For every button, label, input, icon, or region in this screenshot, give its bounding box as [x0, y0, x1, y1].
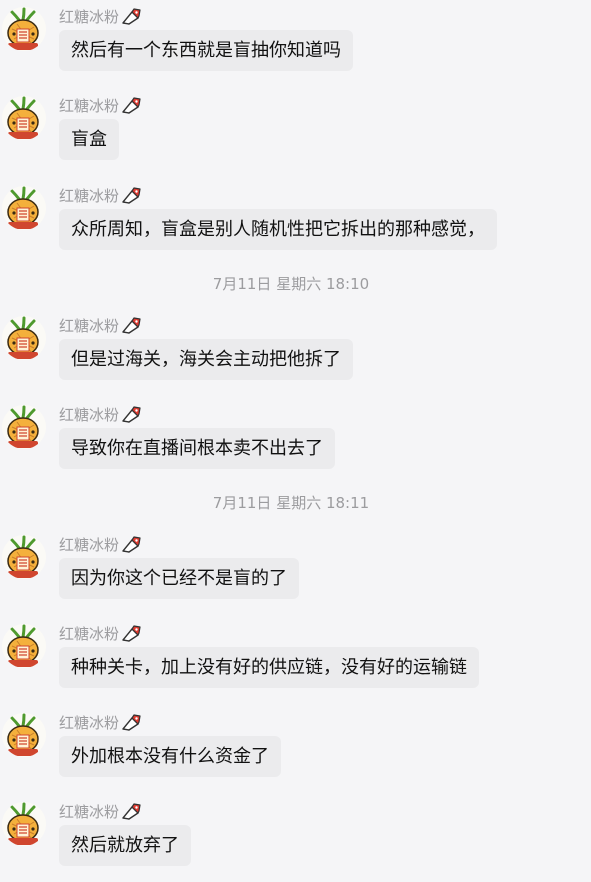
- avatar[interactable]: [2, 96, 46, 140]
- message-bubble[interactable]: 外加根本没有什么资金了: [59, 736, 281, 777]
- timestamp-divider: 7月11日 星期六 18:10: [212, 275, 370, 293]
- pineapple-avatar-icon: [2, 405, 46, 449]
- avatar[interactable]: [2, 535, 46, 579]
- message-bubble[interactable]: 然后就放弃了: [59, 825, 191, 866]
- chat-message: 红糖冰粉 众所周知，盲盒是别人随机性把它拆出的那种感觉，: [0, 186, 591, 266]
- chat-message: 红糖冰粉 然后有一个东西就是盲抽你知道吗: [0, 7, 591, 87]
- tag-badge-icon: [121, 624, 141, 642]
- sender-name[interactable]: 红糖冰粉: [59, 97, 119, 115]
- message-bubble[interactable]: 导致你在直播间根本卖不出去了: [59, 428, 335, 469]
- tag-badge-icon: [121, 96, 141, 114]
- chat-message: 红糖冰粉 然后就放弃了: [0, 802, 591, 882]
- pineapple-avatar-icon: [2, 802, 46, 846]
- avatar[interactable]: [2, 316, 46, 360]
- tag-badge-icon: [121, 802, 141, 820]
- timestamp-divider: 7月11日 星期六 18:11: [212, 494, 370, 512]
- sender-name[interactable]: 红糖冰粉: [59, 187, 119, 205]
- sender-name[interactable]: 红糖冰粉: [59, 536, 119, 554]
- message-bubble[interactable]: 因为你这个已经不是盲的了: [59, 558, 299, 599]
- chat-message: 红糖冰粉 但是过海关，海关会主动把他拆了: [0, 316, 591, 396]
- avatar[interactable]: [2, 7, 46, 51]
- avatar[interactable]: [2, 186, 46, 230]
- message-bubble[interactable]: 众所周知，盲盒是别人随机性把它拆出的那种感觉，: [59, 209, 497, 250]
- tag-badge-icon: [121, 186, 141, 204]
- avatar[interactable]: [2, 624, 46, 668]
- pineapple-avatar-icon: [2, 316, 46, 360]
- message-bubble[interactable]: 但是过海关，海关会主动把他拆了: [59, 339, 353, 380]
- pineapple-avatar-icon: [2, 7, 46, 51]
- tag-badge-icon: [121, 405, 141, 423]
- chat-message: 红糖冰粉 导致你在直播间根本卖不出去了: [0, 405, 591, 485]
- chat-message: 红糖冰粉 因为你这个已经不是盲的了: [0, 535, 591, 615]
- message-bubble[interactable]: 然后有一个东西就是盲抽你知道吗: [59, 30, 353, 71]
- avatar[interactable]: [2, 802, 46, 846]
- pineapple-avatar-icon: [2, 96, 46, 140]
- chat-message: 红糖冰粉 盲盒: [0, 96, 591, 176]
- chat-message: 红糖冰粉 种种关卡，加上没有好的供应链，没有好的运输链: [0, 624, 591, 704]
- sender-name[interactable]: 红糖冰粉: [59, 406, 119, 424]
- chat-message: 红糖冰粉 外加根本没有什么资金了: [0, 713, 591, 793]
- message-bubble[interactable]: 种种关卡，加上没有好的供应链，没有好的运输链: [59, 647, 479, 688]
- sender-name[interactable]: 红糖冰粉: [59, 317, 119, 335]
- pineapple-avatar-icon: [2, 186, 46, 230]
- sender-name[interactable]: 红糖冰粉: [59, 714, 119, 732]
- pineapple-avatar-icon: [2, 713, 46, 757]
- avatar[interactable]: [2, 405, 46, 449]
- sender-name[interactable]: 红糖冰粉: [59, 625, 119, 643]
- tag-badge-icon: [121, 713, 141, 731]
- tag-badge-icon: [121, 535, 141, 553]
- avatar[interactable]: [2, 713, 46, 757]
- pineapple-avatar-icon: [2, 624, 46, 668]
- sender-name[interactable]: 红糖冰粉: [59, 8, 119, 26]
- tag-badge-icon: [121, 316, 141, 334]
- sender-name[interactable]: 红糖冰粉: [59, 803, 119, 821]
- message-bubble[interactable]: 盲盒: [59, 119, 119, 160]
- tag-badge-icon: [121, 7, 141, 25]
- pineapple-avatar-icon: [2, 535, 46, 579]
